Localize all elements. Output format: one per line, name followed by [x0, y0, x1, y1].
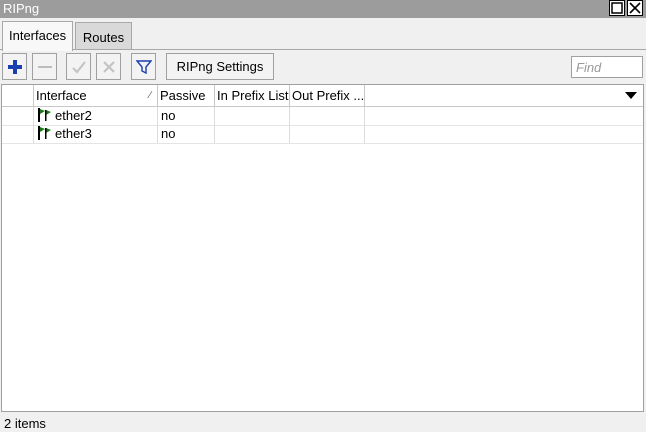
passive-cell: no: [158, 125, 215, 143]
column-header-out-prefix-list[interactable]: Out Prefix ...: [290, 85, 365, 106]
column-header-interface-label: Interface: [36, 88, 87, 103]
maximize-button[interactable]: [609, 0, 625, 16]
disable-button[interactable]: [96, 53, 121, 80]
item-count: 2 items: [4, 416, 46, 431]
interface-name: ether3: [55, 126, 92, 141]
status-bar: 2 items: [0, 414, 646, 432]
title-bar: RIPng: [0, 0, 646, 18]
in-prefix-list-cell: [215, 125, 290, 143]
interface-name: ether2: [55, 108, 92, 123]
column-menu-dropdown-icon[interactable]: [624, 89, 638, 101]
row-flags-cell: [2, 125, 34, 143]
find-input[interactable]: [571, 56, 643, 78]
interface-icon: [38, 108, 51, 122]
out-prefix-list-cell: [290, 125, 365, 143]
in-prefix-list-cell: [215, 107, 290, 125]
add-button[interactable]: [2, 53, 27, 80]
tab-routes[interactable]: Routes: [75, 22, 132, 49]
enable-button[interactable]: [66, 53, 91, 80]
table-row[interactable]: ether2 no: [2, 107, 643, 126]
tab-bar: Interfaces Routes: [0, 19, 646, 51]
interface-cell: ether2: [34, 107, 158, 125]
check-icon: [72, 61, 86, 74]
out-prefix-list-cell: [290, 107, 365, 125]
window-title: RIPng: [3, 1, 40, 16]
plus-icon: [8, 60, 22, 74]
remove-button[interactable]: [32, 53, 57, 80]
row-flags-cell: [2, 107, 34, 125]
column-header-interface[interactable]: Interface ∕: [34, 85, 158, 106]
sort-indicator-icon: ∕: [149, 90, 151, 101]
tab-interfaces[interactable]: Interfaces: [2, 21, 74, 51]
toolbar: RIPng Settings: [0, 50, 646, 84]
close-icon: [629, 2, 641, 14]
column-header-in-prefix-list[interactable]: In Prefix List: [215, 85, 290, 106]
column-header-flags[interactable]: [2, 85, 34, 106]
maximize-icon: [611, 2, 623, 14]
table-row[interactable]: ether3 no: [2, 125, 643, 144]
table-header: Interface ∕ Passive In Prefix List Out P…: [2, 85, 643, 107]
funnel-icon: [136, 60, 152, 75]
interfaces-table: Interface ∕ Passive In Prefix List Out P…: [1, 84, 644, 412]
passive-cell: no: [158, 107, 215, 125]
filter-button[interactable]: [131, 53, 156, 80]
column-header-passive[interactable]: Passive: [158, 85, 215, 106]
minus-icon: [38, 66, 52, 68]
interface-icon: [38, 126, 51, 140]
interface-cell: ether3: [34, 125, 158, 143]
ripng-settings-button[interactable]: RIPng Settings: [166, 53, 274, 80]
x-icon: [103, 61, 115, 73]
close-button[interactable]: [627, 0, 643, 16]
